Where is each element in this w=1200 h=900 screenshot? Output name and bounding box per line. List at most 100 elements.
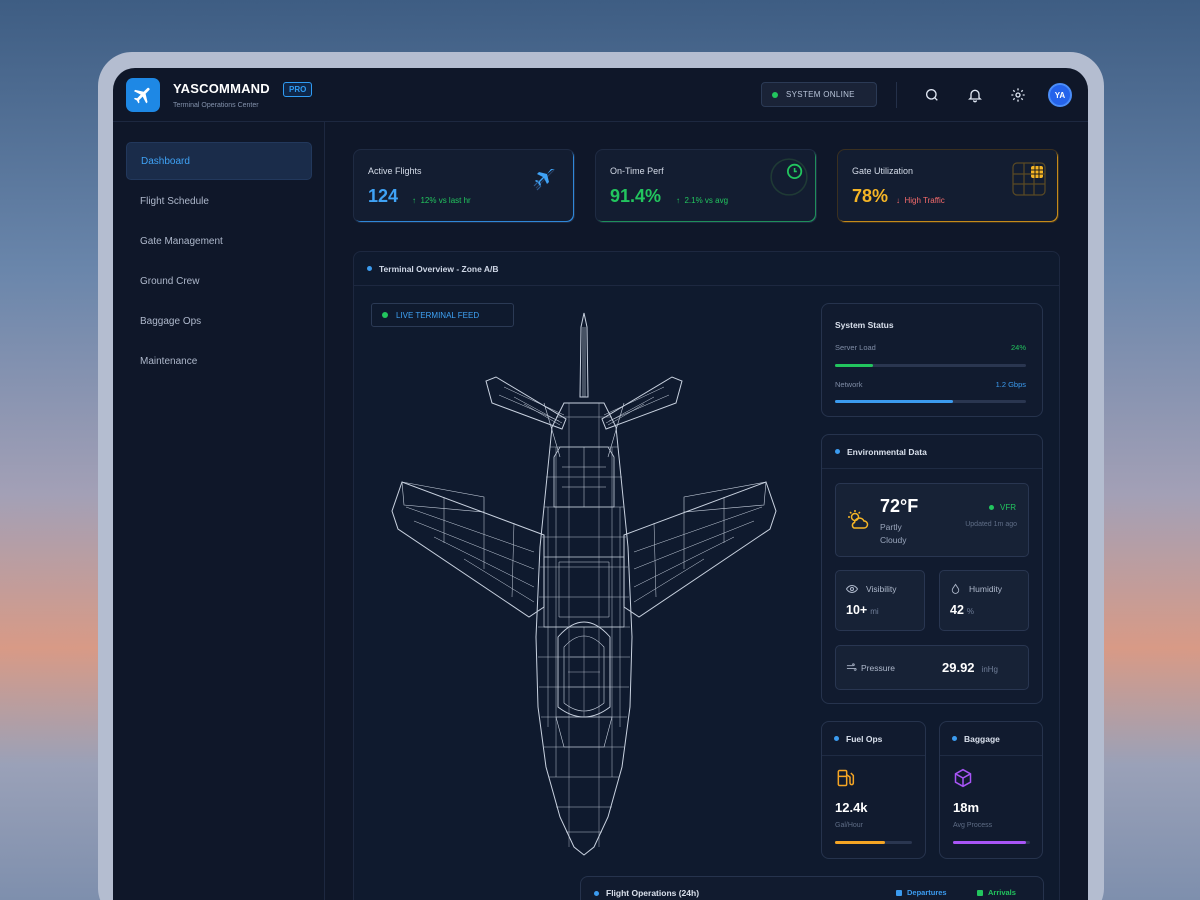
fuel-pump-icon [837,769,855,787]
card-title: Fuel Ops [846,733,883,744]
network-label: Network [835,380,863,389]
visibility-tile: Visibility 10+ mi [835,570,925,631]
stat-card-active-flights[interactable]: Active Flights 124 ↑ 12% vs last hr [353,149,575,223]
baggage-fill [953,841,1027,844]
sidebar-item-ground-crew[interactable]: Ground Crew [126,262,312,300]
network-bar [835,400,1026,403]
terminal-overview-panel: Terminal Overview - Zone A/B LIVE TERMIN… [353,251,1060,900]
stat-value: 78% [852,186,889,206]
top-bar: YASCOMMAND PRO Terminal Operations Cente… [113,68,1088,122]
logo[interactable] [126,78,160,112]
fuel-ops-fill [835,841,886,844]
humidity-label: Humidity [969,584,1003,594]
sidebar: Dashboard Flight Schedule Gate Managemen… [113,122,325,900]
bullet-icon [952,736,957,741]
stat-card-on-time-perf[interactable]: On-Time Perf 91.4% ↑ 2.1% vs avg [595,149,817,223]
baggage-value: 18m [953,800,980,815]
bell-icon [968,89,982,103]
system-status-card: System Status Server Load 24% Network 1.… [821,303,1043,417]
updated-timestamp: Updated 1m ago [965,521,1017,528]
pressure-label: Pressure [861,663,896,673]
online-indicator-icon [772,91,778,98]
flight-operations-card: Flight Operations (24h) Departures Arriv… [580,876,1044,900]
stat-delta: ↑ 2.1% vs avg [676,196,729,205]
stat-value: 124 [368,186,399,206]
droplet-icon [951,583,960,594]
temperature: 72°F [880,496,919,516]
panel-header: Terminal Overview - Zone A/B [354,252,1059,286]
visibility-value: 10+ mi [846,603,879,617]
flight-rules-badge: VFR [989,503,1016,512]
baggage-bar [953,841,1030,844]
legend-arrivals[interactable]: Arrivals [977,888,1016,897]
pro-badge: PRO [283,82,313,97]
card-header: Baggage [940,722,1042,756]
humidity-tile: Humidity 42% [939,570,1029,631]
bullet-icon [594,890,599,896]
card-title: Environmental Data [847,446,927,457]
eye-icon [846,584,858,594]
condition-line-1: Partly [880,522,902,532]
stat-label: Gate Utilization [852,166,914,176]
server-load-value: 24% [1010,343,1026,352]
app-brand: YASCOMMAND [173,81,270,96]
bullet-icon [367,266,372,271]
package-icon [954,768,972,788]
plane-icon [533,169,555,191]
search-button[interactable] [922,85,942,105]
fuel-ops-unit: Gal/Hour [835,822,864,829]
aircraft-wireframe [391,312,777,856]
network-value: 1.2 Gbps [995,380,1026,389]
humidity-value: 42% [950,603,975,617]
sidebar-item-gate-management[interactable]: Gate Management [126,222,312,260]
grid-icon [1012,162,1046,196]
system-status-text: SYSTEM ONLINE [786,90,855,99]
header-divider [896,82,897,108]
server-load-bar [835,364,1026,367]
card-title: Flight Operations (24h) [606,888,700,898]
stat-card-gate-utilization[interactable]: Gate Utilization 78% ↓ High Traffic [837,149,1059,223]
card-header: Fuel Ops [822,722,925,756]
server-load-label: Server Load [835,343,876,352]
condition-line-2: Cloudy [880,535,907,545]
baggage-card: Baggage 18m Avg Process [939,721,1043,859]
settings-button[interactable] [1008,85,1028,105]
fuel-ops-card: Fuel Ops 12.4k Gal/Hour [821,721,926,859]
legend-swatch [977,889,983,896]
vfr-indicator-icon [989,505,994,510]
wind-icon [846,663,857,671]
card-title: Baggage [964,733,1000,744]
app-window: YASCOMMAND PRO Terminal Operations Cente… [113,68,1088,900]
sidebar-item-flight-schedule[interactable]: Flight Schedule [126,182,312,220]
search-icon [926,89,938,101]
user-avatar[interactable]: YA [1048,83,1072,107]
fuel-ops-value: 12.4k [835,800,868,815]
stat-value: 91.4% [610,186,662,206]
sidebar-item-baggage-ops[interactable]: Baggage Ops [126,302,312,340]
legend-swatch [896,889,902,896]
baggage-unit: Avg Process [953,822,993,829]
sidebar-item-dashboard[interactable]: Dashboard [126,142,312,180]
stat-delta: ↓ High Traffic [896,196,945,205]
notifications-button[interactable] [965,85,985,105]
fuel-ops-bar [835,841,912,844]
server-load-fill [835,364,874,367]
system-status-pill[interactable]: SYSTEM ONLINE [761,82,877,107]
weather-summary: 72°F Partly Cloudy VFR Updated 1m ago [835,483,1029,557]
panel-title: Terminal Overview - Zone A/B [379,263,499,274]
app-subtitle: Terminal Operations Center [173,102,259,109]
bullet-icon [834,736,839,741]
stat-delta: ↑ 12% vs last hr [412,196,471,205]
environmental-data-card: Environmental Data 72°F Partly Cloudy VF… [821,434,1043,704]
card-header: Flight Operations (24h) [594,888,699,898]
legend-departures[interactable]: Departures [896,888,947,897]
sidebar-item-maintenance[interactable]: Maintenance [126,342,312,380]
partly-cloudy-icon [848,510,869,529]
airplane-logo-icon [133,87,150,104]
network-fill [835,400,954,403]
stat-label: Active Flights [368,166,422,176]
stat-label: On-Time Perf [610,166,664,176]
pressure-tile: Pressure 29.92 inHg [835,645,1029,690]
card-header: Environmental Data [822,435,1042,469]
bullet-icon [835,449,840,454]
